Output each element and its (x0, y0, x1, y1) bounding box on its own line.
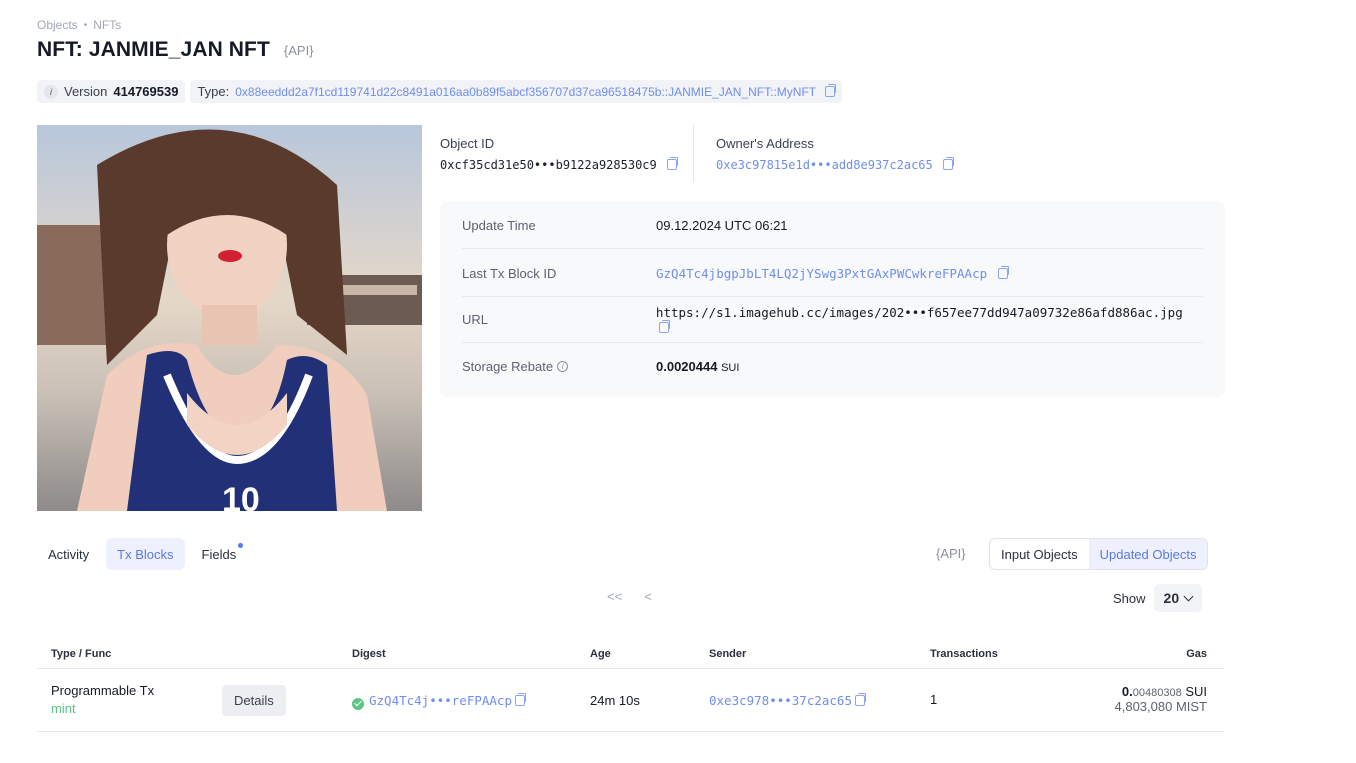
col-transactions: Transactions (930, 648, 998, 660)
col-digest: Digest (352, 648, 386, 660)
type-pill: Type: 0x88eeddd2a7f1cd119741d22c8491a016… (190, 80, 843, 103)
details-card: Update Time 09.12.2024 UTC 06:21 Last Tx… (440, 201, 1225, 397)
url-text[interactable]: https://s1.imagehub.cc/images/202•••f657… (656, 305, 1183, 320)
copy-icon[interactable] (942, 157, 954, 170)
updated-objects-button[interactable]: Updated Objects (1088, 539, 1208, 569)
gas-unit: SUI (1185, 684, 1207, 699)
type-cell: Programmable Tx mint (51, 683, 154, 716)
success-check-icon (352, 697, 364, 710)
object-id-block: Object ID 0xcf35cd31e50•••b9122a928530c9 (440, 136, 678, 172)
input-objects-button[interactable]: Input Objects (990, 539, 1089, 569)
tab-activity[interactable]: Activity (37, 538, 100, 570)
version-pill: i Version 414769539 (37, 80, 186, 103)
owner-label: Owner's Address (716, 136, 814, 151)
objects-toggle: Input Objects Updated Objects (989, 538, 1209, 570)
copy-icon[interactable] (658, 319, 670, 333)
copy-icon[interactable] (825, 84, 837, 97)
update-time-value: 09.12.2024 UTC 06:21 (656, 218, 788, 233)
last-tx-link[interactable]: GzQ4Tc4jbgpJbLT4LQ2jYSwg3PxtGAxPWCwkreFP… (656, 266, 987, 281)
last-tx-row: Last Tx Block ID GzQ4Tc4jbgpJbLT4LQ2jYSw… (462, 251, 1203, 297)
title-row: NFT: JANMIE_JAN NFT {API} (37, 38, 314, 62)
version-value: 414769539 (113, 84, 179, 99)
copy-icon[interactable] (666, 157, 678, 170)
version-label: Version (64, 84, 108, 99)
gas-main: 0. (1121, 684, 1133, 699)
owner-block: Owner's Address 0xe3c97815e1d•••add8e937… (716, 136, 954, 172)
gas-sui: 0.00480308 SUI (1115, 684, 1207, 699)
col-gas: Gas (1186, 648, 1207, 660)
object-id-value: 0xcf35cd31e50•••b9122a928530c9 (440, 157, 678, 172)
show-label: Show (1113, 590, 1146, 606)
info-icon[interactable]: i (557, 360, 569, 372)
col-sender: Sender (709, 648, 747, 660)
object-id-text: 0xcf35cd31e50•••b9122a928530c9 (440, 158, 657, 172)
table-header: Type / Func Digest Age Sender Transactio… (37, 641, 1224, 669)
chevron-down-icon (1183, 591, 1194, 601)
last-tx-value: GzQ4Tc4jbgpJbLT4LQ2jYSwg3PxtGAxPWCwkreFP… (656, 266, 1009, 281)
sender-link[interactable]: 0xe3c978•••37c2ac65 (709, 693, 852, 708)
copy-icon[interactable] (515, 693, 526, 706)
page-title: NFT: JANMIE_JAN NFT (37, 38, 270, 61)
owner-address-link[interactable]: 0xe3c97815e1d•••add8e937c2ac65 (716, 158, 933, 172)
page-size: Show 20 (1113, 584, 1203, 612)
tx-func: mint (51, 701, 76, 716)
url-label: URL (462, 312, 489, 327)
storage-rebate-label-wrap: Storage Rebate i (462, 359, 656, 374)
api-link[interactable]: {API} (284, 43, 314, 58)
pagination: << < (607, 589, 652, 604)
tab-fields-label: Fields (201, 546, 237, 562)
url-value: https://s1.imagehub.cc/images/202•••f657… (656, 305, 1203, 335)
copy-icon[interactable] (997, 266, 1009, 279)
breadcrumb: Objects • NFTs (37, 18, 121, 32)
copy-icon[interactable] (855, 693, 866, 706)
table-row: Programmable Tx mint Details GzQ4Tc4j•••… (37, 670, 1224, 732)
notification-dot (238, 543, 244, 548)
prev-page-button[interactable]: < (644, 589, 652, 604)
digest-link[interactable]: GzQ4Tc4j•••reFPAAcp (369, 693, 512, 708)
meta-row: i Version 414769539 Type: 0x88eeddd2a7f1… (37, 80, 843, 103)
storage-rebate-amount: 0.0020444 (656, 358, 718, 374)
object-id-label: Object ID (440, 136, 495, 151)
type-label: Type: (197, 84, 230, 99)
tabs: Activity Tx Blocks Fields (37, 538, 247, 570)
age-cell: 24m 10s (590, 693, 640, 708)
svg-text:10: 10 (222, 481, 260, 511)
details-button[interactable]: Details (222, 685, 286, 716)
info-icon: i (44, 84, 58, 99)
page-size-value: 20 (1163, 590, 1180, 606)
tab-fields[interactable]: Fields (191, 538, 248, 570)
breadcrumb-separator: • (83, 19, 88, 31)
gas-cell: 0.00480308 SUI 4,803,080 MIST (1115, 684, 1208, 714)
storage-rebate-row: Storage Rebate i 0.0020444 SUI (462, 343, 1203, 389)
nft-photo: 10 (37, 125, 422, 511)
nft-image: 10 (37, 125, 422, 511)
transactions-cell: 1 (930, 692, 938, 707)
gas-fraction: 00480308 (1132, 687, 1182, 699)
col-type: Type / Func (51, 648, 112, 660)
update-time-row: Update Time 09.12.2024 UTC 06:21 (462, 203, 1203, 249)
last-tx-label: Last Tx Block ID (462, 266, 557, 281)
tab-tx-blocks[interactable]: Tx Blocks (106, 538, 185, 570)
storage-rebate-unit: SUI (721, 361, 740, 374)
breadcrumb-objects[interactable]: Objects (37, 18, 78, 32)
update-time-label: Update Time (462, 218, 536, 233)
gas-mist: 4,803,080 MIST (1114, 699, 1208, 714)
owner-value: 0xe3c97815e1d•••add8e937c2ac65 (716, 157, 954, 172)
breadcrumb-nfts[interactable]: NFTs (93, 18, 121, 32)
api-link-small[interactable]: {API} (936, 546, 966, 561)
tx-type: Programmable Tx (51, 683, 155, 698)
storage-rebate-value: 0.0020444 SUI (656, 359, 739, 374)
page-size-select[interactable]: 20 (1153, 584, 1203, 612)
url-row: URL https://s1.imagehub.cc/images/202•••… (462, 297, 1203, 343)
storage-rebate-label: Storage Rebate (462, 358, 554, 374)
id-divider (693, 125, 694, 182)
type-link[interactable]: 0x88eeddd2a7f1cd119741d22c8491a016aa0b89… (235, 85, 816, 99)
digest-cell: GzQ4Tc4j•••reFPAAcp (352, 693, 526, 710)
first-page-button[interactable]: << (607, 589, 622, 604)
col-age: Age (590, 648, 611, 660)
sender-cell: 0xe3c978•••37c2ac65 (709, 693, 866, 708)
